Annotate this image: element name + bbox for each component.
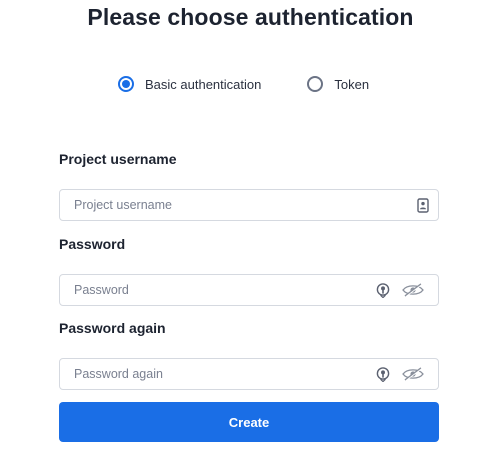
key-badge-icon[interactable] xyxy=(376,282,390,298)
password-input[interactable] xyxy=(60,275,376,305)
radio-token[interactable]: Token xyxy=(307,76,369,92)
password-again-field-wrapper xyxy=(59,358,439,390)
contact-card-icon xyxy=(417,197,429,213)
eye-slash-icon[interactable] xyxy=(402,367,424,381)
radio-unchecked-icon[interactable] xyxy=(307,76,324,92)
radio-label-basic: Basic authentication xyxy=(145,76,262,92)
username-field-wrapper xyxy=(59,189,439,221)
radio-checked-icon[interactable] xyxy=(118,76,134,92)
page-title: Please choose authentication xyxy=(87,4,414,30)
eye-slash-icon[interactable] xyxy=(402,283,424,297)
password-again-input[interactable] xyxy=(60,359,376,389)
radio-basic-authentication[interactable]: Basic authentication xyxy=(118,76,261,92)
username-input[interactable] xyxy=(60,190,417,220)
key-badge-icon[interactable] xyxy=(376,366,390,382)
create-button[interactable]: Create xyxy=(59,402,439,442)
radio-label-token: Token xyxy=(334,76,370,92)
password-label: Password xyxy=(59,236,126,252)
password-field-wrapper xyxy=(59,274,439,306)
auth-page: Please choose authentication Basic authe… xyxy=(0,0,501,461)
password-again-label: Password again xyxy=(59,320,166,336)
username-label: Project username xyxy=(59,151,177,167)
auth-method-radio-group: Basic authentication Token xyxy=(118,76,369,92)
